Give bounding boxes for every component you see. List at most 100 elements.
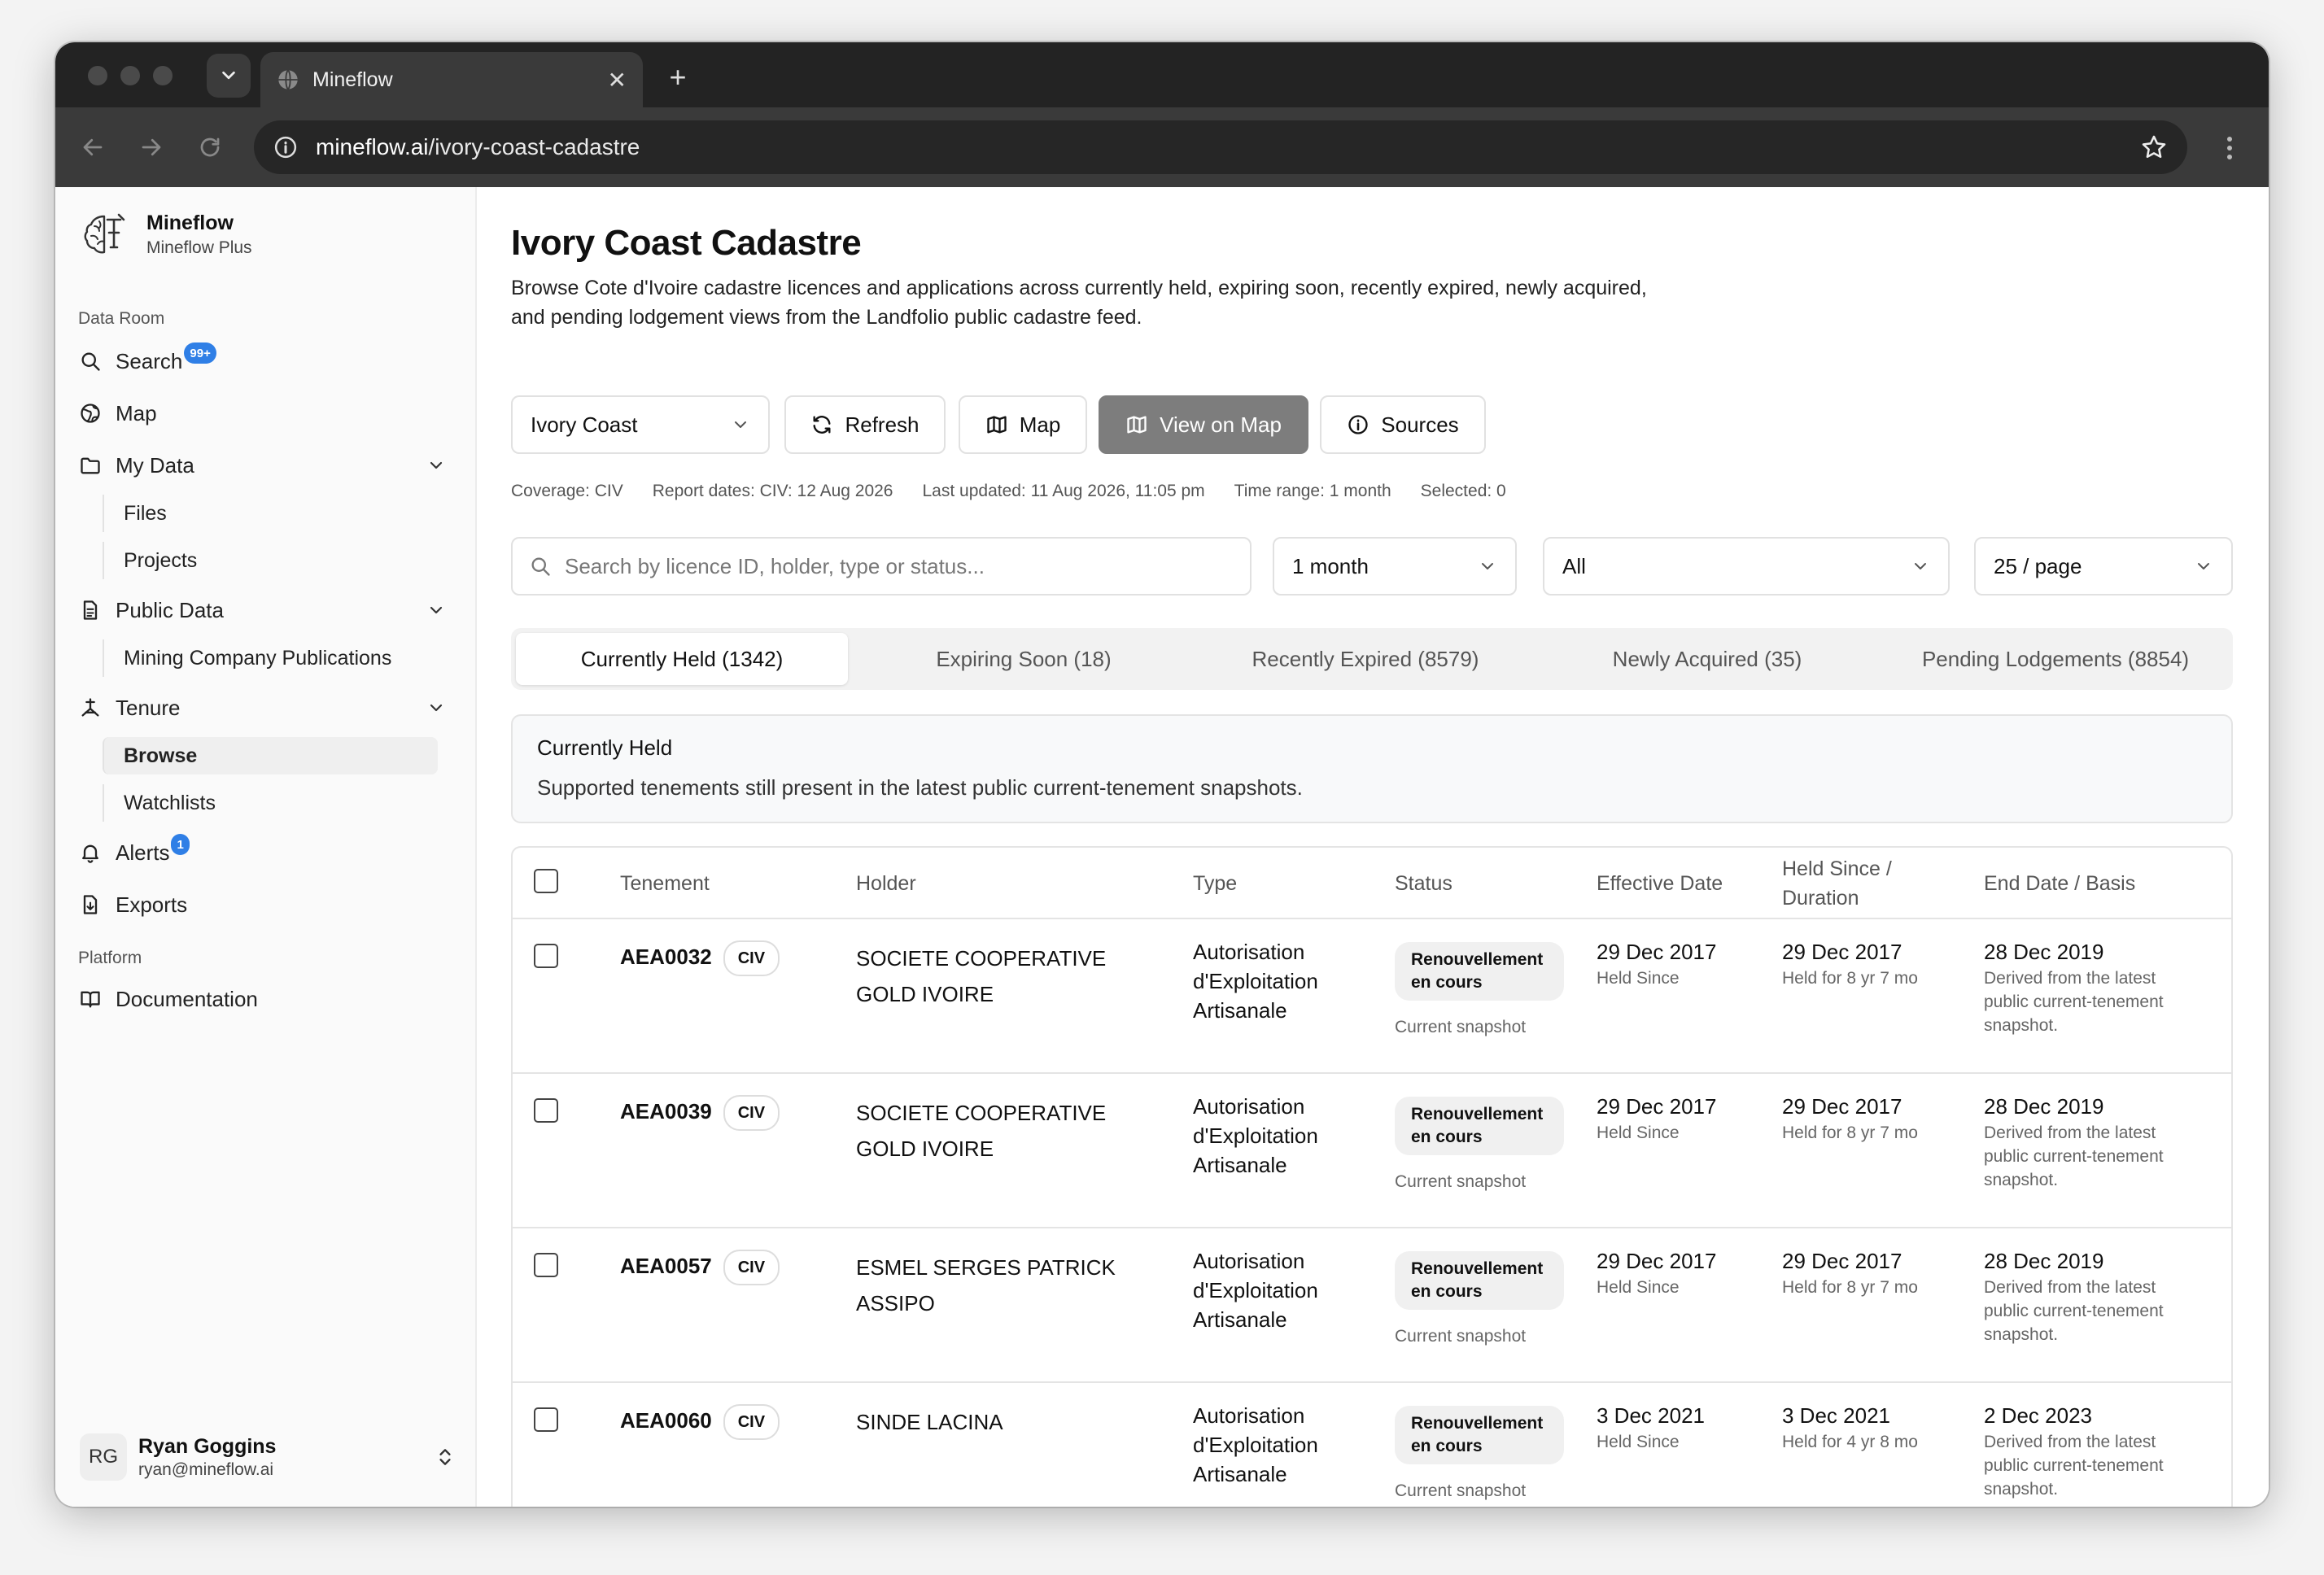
- col-effective-date[interactable]: Effective Date: [1597, 869, 1723, 898]
- page-viewport: Mineflow Mineflow Plus Data Room Search …: [55, 187, 2269, 1507]
- row-checkbox[interactable]: [534, 1098, 558, 1123]
- status-note: Current snapshot: [1395, 1327, 1527, 1346]
- country-chip: CIV: [723, 1095, 780, 1131]
- type-cell: Autorisation d'Exploitation Artisanale: [1193, 937, 1318, 1025]
- browser-tab-mineflow[interactable]: Mineflow ✕: [260, 52, 643, 107]
- close-window-button[interactable]: [88, 66, 107, 85]
- sidebar-item-documentation[interactable]: Documentation: [78, 979, 454, 1019]
- chevron-down-icon[interactable]: [426, 456, 446, 475]
- effective-date-cell: 29 Dec 2017 Held Since: [1597, 937, 1716, 990]
- zoom-window-button[interactable]: [153, 66, 173, 85]
- tab-newly-acquired[interactable]: Newly Acquired (35): [1541, 633, 1873, 685]
- tab-pending-lodgements[interactable]: Pending Lodgements (8854): [1883, 633, 2228, 685]
- refresh-icon: [810, 413, 833, 436]
- sidebar-item-files[interactable]: Files: [103, 495, 485, 532]
- status-badge: Renouvellement en cours: [1395, 1406, 1564, 1464]
- sidebar-item-search[interactable]: Search 99+: [78, 342, 454, 381]
- col-type[interactable]: Type: [1193, 869, 1237, 898]
- tab-recently-expired[interactable]: Recently Expired (8579): [1199, 633, 1531, 685]
- reload-button[interactable]: [190, 128, 229, 167]
- type-line3: Artisanale: [1193, 1307, 1287, 1332]
- user-menu[interactable]: RG Ryan Goggins ryan@mineflow.ai: [80, 1429, 456, 1486]
- tab-currently-held[interactable]: Currently Held (1342): [516, 633, 848, 685]
- chevron-down-icon[interactable]: [426, 600, 446, 620]
- status-filter-value: All: [1562, 553, 1586, 578]
- chevrons-up-down-icon: [439, 1449, 451, 1465]
- holder-line2: GOLD IVOIRE: [856, 1137, 994, 1161]
- search-input[interactable]: [565, 553, 1234, 579]
- brand[interactable]: Mineflow Mineflow Plus: [80, 208, 252, 260]
- country-select[interactable]: Ivory Coast: [511, 395, 770, 454]
- sidebar-item-alerts[interactable]: Alerts 1: [78, 833, 454, 872]
- tab-search-button[interactable]: [207, 54, 251, 98]
- info-icon: [1347, 413, 1370, 436]
- bookmark-star-icon[interactable]: [2140, 133, 2168, 161]
- refresh-button[interactable]: Refresh: [784, 395, 946, 454]
- end-basis-line1: Derived from the latest: [1984, 1433, 2156, 1451]
- col-tenement[interactable]: Tenement: [620, 869, 710, 898]
- sidebar-item-mining-company-publications[interactable]: Mining Company Publications: [103, 639, 485, 677]
- status-badge: Renouvellement en cours: [1395, 942, 1564, 1001]
- table-row[interactable]: AEA0057 CIV ESMEL SERGES PATRICK ASSIPO Auto…: [513, 1228, 2231, 1383]
- row-checkbox[interactable]: [534, 944, 558, 968]
- col-holder[interactable]: Holder: [856, 869, 916, 898]
- page-description: Browse Cote d'Ivoire cadastre licences a…: [511, 277, 1647, 329]
- country-select-value: Ivory Coast: [531, 412, 638, 437]
- type-line3: Artisanale: [1193, 998, 1287, 1023]
- browser-menu-button[interactable]: [2213, 130, 2246, 166]
- sidebar-item-map[interactable]: Map: [78, 394, 454, 433]
- view-info-text: Supported tenements still present in the…: [537, 775, 1303, 800]
- holder-line2: GOLD IVOIRE: [856, 982, 994, 1006]
- select-all-checkbox[interactable]: [534, 869, 558, 893]
- table-row[interactable]: AEA0039 CIV SOCIETE COOPERATIVE GOLD IVOIRE…: [513, 1074, 2231, 1228]
- tenement-id-link[interactable]: AEA0032: [620, 945, 712, 969]
- new-tab-button[interactable]: +: [657, 57, 698, 98]
- table-row[interactable]: AEA0060 CIV SINDE LACINA Autorisation d'Expl…: [513, 1383, 2231, 1507]
- type-line1: Autorisation: [1193, 1094, 1305, 1119]
- map-button[interactable]: Map: [959, 395, 1087, 454]
- period-select[interactable]: 1 month: [1273, 537, 1517, 596]
- close-tab-icon[interactable]: ✕: [608, 67, 627, 94]
- tenement-id-link[interactable]: AEA0039: [620, 1099, 712, 1123]
- address-bar[interactable]: mineflow.ai/ivory-coast-cadastre: [254, 120, 2187, 174]
- view-info-panel: Currently Held Supported tenements still…: [511, 714, 2233, 823]
- col-held-since[interactable]: Held Since / Duration: [1782, 854, 1892, 913]
- status-note: Current snapshot: [1395, 1481, 1527, 1500]
- forward-button[interactable]: [132, 128, 171, 167]
- sidebar-item-projects[interactable]: Projects: [103, 542, 485, 579]
- meta-report-dates: Report dates: CIV: 12 Aug 2026: [652, 482, 893, 500]
- end-basis-line3: snapshot.: [1984, 1171, 2059, 1189]
- col-held-since-line2: Duration: [1782, 887, 1859, 910]
- type-line1: Autorisation: [1193, 1403, 1305, 1428]
- sidebar-item-my-data[interactable]: My Data: [78, 446, 454, 485]
- col-end-date[interactable]: End Date / Basis: [1984, 869, 2135, 898]
- back-button[interactable]: [73, 128, 112, 167]
- row-checkbox[interactable]: [534, 1407, 558, 1432]
- sidebar-item-browse[interactable]: Browse: [103, 737, 438, 774]
- arrow-left-icon: [83, 138, 103, 156]
- page-size-select[interactable]: 25 / page: [1974, 537, 2233, 596]
- col-status[interactable]: Status: [1395, 869, 1452, 898]
- sidebar-item-watchlists[interactable]: Watchlists: [103, 784, 485, 822]
- holder-line1: SINDE LACINA: [856, 1410, 1003, 1434]
- tab-expiring-soon[interactable]: Expiring Soon (18): [858, 633, 1190, 685]
- held-duration: Held for 4 yr 8 mo: [1782, 1433, 1918, 1451]
- sidebar-item-tenure[interactable]: Tenure: [78, 688, 454, 727]
- status-filter-select[interactable]: All: [1543, 537, 1950, 596]
- effective-date-cell: 29 Dec 2017 Held Since: [1597, 1092, 1716, 1145]
- view-tabs: Currently Held (1342) Expiring Soon (18)…: [511, 628, 2233, 690]
- sidebar-item-exports[interactable]: Exports: [78, 885, 454, 924]
- view-on-map-button[interactable]: View on Map: [1099, 395, 1308, 454]
- main-content: Ivory Coast Cadastre Browse Cote d'Ivoir…: [477, 187, 2269, 1507]
- sources-button[interactable]: Sources: [1320, 395, 1486, 454]
- tenement-id-link[interactable]: AEA0057: [620, 1254, 712, 1278]
- type-line2: d'Exploitation: [1193, 1278, 1318, 1302]
- row-checkbox[interactable]: [534, 1253, 558, 1277]
- chevron-down-icon[interactable]: [426, 698, 446, 718]
- licence-search[interactable]: [511, 537, 1252, 596]
- type-cell: Autorisation d'Exploitation Artisanale: [1193, 1401, 1318, 1489]
- table-row[interactable]: AEA0032 CIV SOCIETE COOPERATIVE GOLD IVOIRE…: [513, 919, 2231, 1074]
- minimize-window-button[interactable]: [120, 66, 140, 85]
- sidebar-item-public-data[interactable]: Public Data: [78, 591, 454, 630]
- tenement-id-link[interactable]: AEA0060: [620, 1408, 712, 1433]
